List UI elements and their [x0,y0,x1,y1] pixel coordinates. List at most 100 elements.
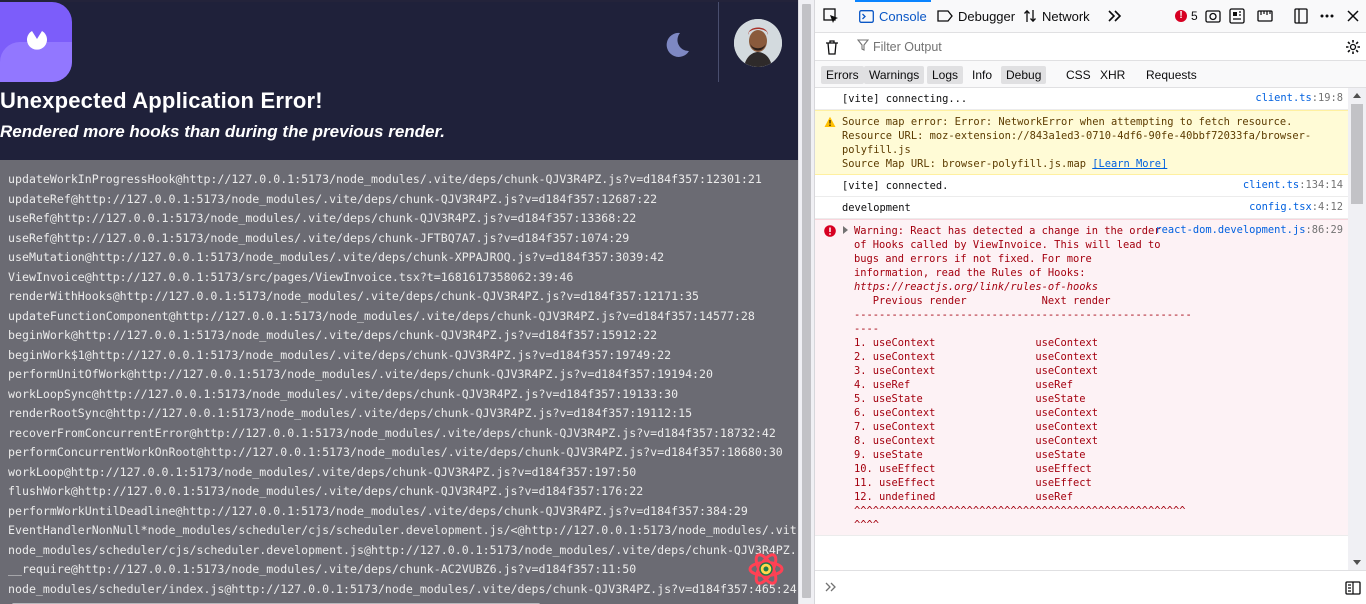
error-icon [824,225,836,237]
filter-css[interactable]: CSS [1061,66,1096,84]
console-input-bar [815,570,1366,604]
devtools-toolbar: Console Debugger Network ! 5 [815,0,1366,33]
hooks-table-line: 2. useContext useContext [854,351,1098,363]
stack-line: flushWork@http://127.0.0.1:5173/node_mod… [8,484,644,498]
hooks-table-line: ^^^^^^^^^^^^^^^^^^^^^^^^^^^^^^^^^^^^^^^^… [854,505,1186,517]
error-count-badge[interactable]: ! 5 [1175,9,1198,23]
devtools-panel: Console Debugger Network ! 5 Filter Outp… [814,0,1366,604]
expand-arrow-icon[interactable] [843,226,848,234]
screenshot-icon[interactable] [1205,8,1221,24]
tab-label: Network [1042,8,1090,24]
stack-line: performWorkUntilDeadline@http://127.0.0.… [8,503,748,518]
gear-icon[interactable] [1345,39,1361,55]
more-options-icon[interactable] [1319,8,1335,24]
console-input[interactable] [843,579,1323,597]
console-message: [vite] connecting... client.ts:19:8 [815,88,1349,110]
stack-line: useMutation@http://127.0.0.1:5173/node_m… [8,250,665,264]
debugger-icon [937,10,953,22]
message-source[interactable]: config.tsx:4:12 [1249,201,1343,213]
hooks-table-line: 10. useEffect useEffect [854,463,1092,475]
console-message: development config.tsx:4:12 [815,197,1349,219]
page-vertical-scrollbar[interactable] [798,0,814,604]
element-picker-icon[interactable] [823,8,839,24]
scroll-down-arrow-icon[interactable] [1353,560,1361,565]
rules-of-hooks-link[interactable]: https://reactjs.org/link/rules-of-hooks [854,280,1341,294]
tab-console[interactable]: Console [855,0,931,32]
console-icon [859,9,874,23]
message-source[interactable]: react-dom.development.js:86:29 [1155,224,1343,236]
hooks-table-line: ---- [854,323,880,335]
stack-line: node_modules/scheduler/cjs/scheduler.dev… [8,542,797,557]
filter-info[interactable]: Info [967,66,997,84]
hooks-table-line: 7. useContext useContext [854,421,1098,433]
stack-line: recoverFromConcurrentError@http://127.0.… [8,425,776,440]
hooks-table-line: 12. undefined useRef [854,491,1073,503]
stack-line: node_modules/scheduler/index.js@http://1… [8,581,797,596]
stack-line: performUnitOfWork@http://127.0.0.1:5173/… [8,367,713,381]
error-title: Unexpected Application Error! [0,88,323,113]
tab-debugger[interactable]: Debugger [937,0,1015,32]
stack-line: renderWithHooks@http://127.0.0.1:5173/no… [8,289,700,303]
logo-icon [27,31,47,50]
close-icon[interactable] [1345,8,1361,24]
responsive-design-icon[interactable] [1229,8,1245,24]
avatar[interactable] [734,19,782,67]
message-text: of Hooks called by ViewInvoice. This wil… [854,239,1161,251]
hooks-table-line: 3. useContext useContext [854,365,1098,377]
stack-line: useRef@http://127.0.0.1:5173/node_module… [8,230,630,245]
stack-line: updateRef@http://127.0.0.1:5173/node_mod… [8,191,658,206]
hooks-table-line: 4. useRef useRef [854,379,1073,391]
hooks-table-line: ----------------------------------------… [854,309,1192,321]
tab-network[interactable]: Network [1023,0,1090,32]
warning-icon [824,116,836,127]
hooks-table-line: 9. useState useState [854,449,1086,461]
stack-line: performConcurrentWorkOnRoot@http://127.0… [8,445,783,459]
hooks-table-line: 8. useContext useContext [854,435,1098,447]
react-query-devtools-icon[interactable] [746,549,786,589]
filter-errors[interactable]: Errors [821,66,864,84]
app-logo[interactable] [0,2,72,82]
filter-input[interactable] [873,38,1273,56]
filter-bar [815,33,1366,61]
console-message: [vite] connected. client.ts:134:14 [815,175,1349,197]
stack-line: beginWork$1@http://127.0.0.1:5173/node_m… [8,347,672,362]
filter-requests[interactable]: Requests [1141,66,1202,84]
tab-label: Debugger [958,8,1016,24]
message-text: Source Map URL: browser-polyfill.js.map [842,158,1093,170]
console-scrollbar[interactable] [1348,88,1366,570]
app-header [0,2,798,82]
scroll-up-arrow-icon[interactable] [1353,93,1361,98]
filter-debug[interactable]: Debug [1001,66,1047,84]
error-message: Rendered more hooks than during the prev… [0,122,445,141]
more-tabs-chevron-icon[interactable] [1107,8,1123,24]
prompt-chevron-icon [825,582,836,592]
learn-more-link[interactable]: [Learn More] [1092,158,1167,170]
editor-mode-icon[interactable] [1345,580,1361,596]
stack-line: ViewInvoice@http://127.0.0.1:5173/src/pa… [8,269,574,284]
message-text: Resource URL: moz-extension://843a1ed3-0… [842,130,1312,142]
stack-line: __require@http://127.0.0.1:5173/node_mod… [8,562,637,576]
dock-side-icon[interactable] [1293,8,1309,24]
filter-logs[interactable]: Logs [927,66,964,84]
hooks-table-line: 1. useContext useContext [854,337,1098,349]
ruler-icon[interactable] [1257,8,1273,24]
error-banner: Unexpected Application Error! Rendered m… [0,82,798,160]
message-text: Source map error: Error: NetworkError wh… [842,116,1293,128]
filter-warnings[interactable]: Warnings [864,66,925,84]
error-count: 5 [1191,9,1198,23]
stack-line: renderRootSync@http://127.0.0.1:5173/nod… [8,406,693,420]
stack-line: beginWork@http://127.0.0.1:5173/node_mod… [8,328,658,342]
console-output: [vite] connecting... client.ts:19:8 Sour… [815,88,1349,570]
message-text: bugs and errors if not fixed. For more [854,253,1092,265]
console-warning: Source map error: Error: NetworkError wh… [815,110,1349,175]
log-level-filters: Errors Warnings Logs Info Debug CSS XHR … [815,61,1366,88]
trash-icon[interactable] [824,39,840,55]
stack-line: workLoopSync@http://127.0.0.1:5173/node_… [8,386,679,401]
moon-icon[interactable] [660,29,692,61]
hooks-table-line: ^^^^ [854,519,880,531]
message-source[interactable]: client.ts:19:8 [1255,92,1343,104]
message-text: polyfill.js [842,144,911,156]
filter-xhr[interactable]: XHR [1095,66,1130,84]
console-error: react-dom.development.js:86:29 Warning: … [815,219,1349,536]
message-source[interactable]: client.ts:134:14 [1243,179,1343,191]
